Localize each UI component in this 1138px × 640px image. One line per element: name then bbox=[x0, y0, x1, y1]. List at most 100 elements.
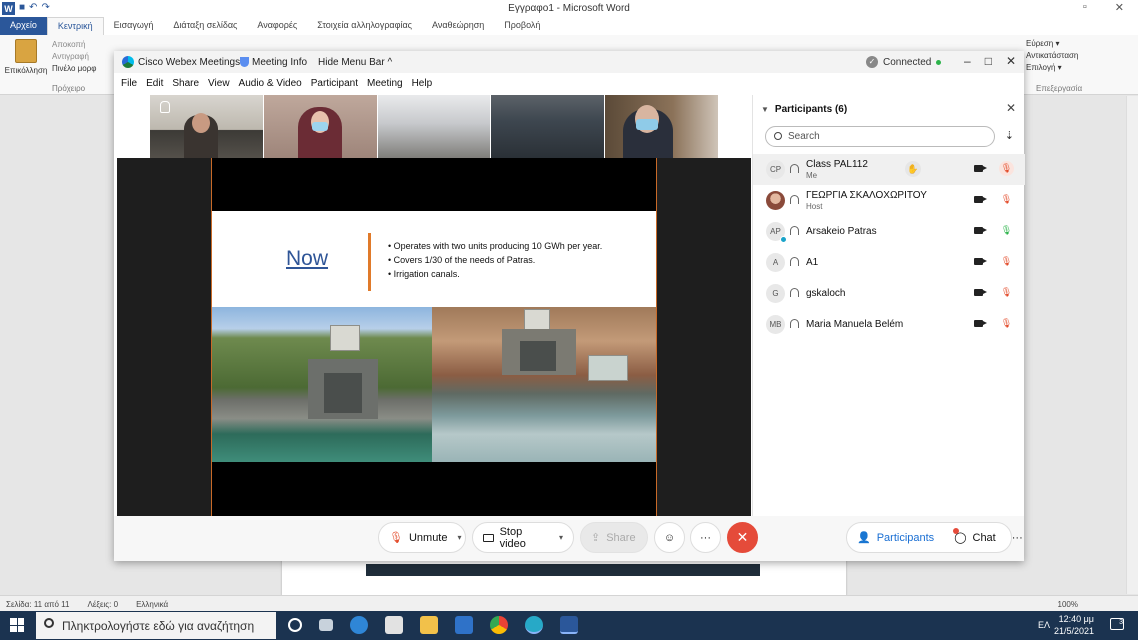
word-title-bar: W ■ ↶ ↷ Εγγραφο1 - Microsoft Word ▫ ✕ bbox=[0, 0, 1138, 17]
reactions-button[interactable]: ☺ bbox=[654, 522, 685, 553]
word-window-title: Εγγραφο1 - Microsoft Word bbox=[508, 3, 630, 14]
video-thumbnail[interactable] bbox=[263, 95, 377, 158]
connection-status[interactable]: ✓ Connected bbox=[866, 56, 942, 68]
taskbar-apps bbox=[288, 616, 578, 634]
tab-view[interactable]: Προβολή bbox=[494, 17, 550, 35]
replace-button[interactable]: Αντικατάσταση bbox=[1026, 50, 1078, 62]
vertical-scrollbar[interactable] bbox=[1126, 96, 1138, 594]
video-camera-icon[interactable] bbox=[974, 258, 987, 265]
video-camera-icon[interactable] bbox=[974, 320, 987, 327]
headset-icon bbox=[790, 195, 799, 204]
editing-group-label: Επεξεργασία bbox=[1036, 84, 1083, 93]
participant-row[interactable]: A A1 🎙 bbox=[753, 247, 1025, 278]
participants-button[interactable]: 👤 Participants bbox=[847, 523, 944, 552]
participant-search-input[interactable]: Search bbox=[765, 126, 995, 147]
close-panel-icon[interactable]: ✕ bbox=[1006, 101, 1016, 115]
menu-file[interactable]: File bbox=[121, 78, 137, 95]
share-button[interactable]: ⇪ Share bbox=[580, 522, 648, 553]
tab-file[interactable]: Αρχείο bbox=[0, 17, 47, 35]
edge-icon[interactable] bbox=[350, 616, 368, 634]
participant-row[interactable]: ΓΕΩΡΓΙΑ ΣΚΑΛΟΧΩΡΙΤΟΥ Host 🎙 bbox=[753, 185, 1025, 216]
menu-participant[interactable]: Participant bbox=[311, 78, 358, 95]
close-icon: ✕ bbox=[736, 529, 749, 545]
more-panels-button[interactable]: ··· bbox=[1006, 523, 1029, 552]
stop-video-button[interactable]: Stop video ▾ bbox=[472, 522, 574, 553]
raise-hand-icon[interactable]: ✋ bbox=[905, 161, 921, 177]
menu-share[interactable]: Share bbox=[172, 78, 199, 95]
tab-review[interactable]: Αναθεώρηση bbox=[422, 17, 494, 35]
word-taskbar-icon[interactable] bbox=[560, 616, 578, 634]
tab-insert[interactable]: Εισαγωγή bbox=[104, 17, 164, 35]
video-camera-icon[interactable] bbox=[974, 196, 987, 203]
notification-icon[interactable]: 3 bbox=[1110, 618, 1124, 630]
video-thumbnail[interactable] bbox=[605, 95, 718, 158]
video-camera-icon[interactable] bbox=[974, 289, 987, 296]
muted-mic-icon[interactable]: 🎙 bbox=[999, 316, 1014, 331]
chevron-down-icon[interactable]: ▾ bbox=[458, 533, 462, 542]
muted-mic-icon[interactable]: 🎙 bbox=[999, 192, 1014, 207]
keyboard-language[interactable]: ΕΛ bbox=[1038, 620, 1050, 630]
taskbar-search[interactable]: Πληκτρολογήστε εδώ για αναζήτηση bbox=[36, 612, 276, 639]
paste-button[interactable]: Επικόλληση bbox=[4, 39, 48, 75]
chevron-down-icon[interactable]: ▾ bbox=[559, 533, 563, 542]
mail-icon[interactable] bbox=[455, 616, 473, 634]
menu-view[interactable]: View bbox=[208, 78, 230, 95]
participant-row[interactable]: CP Class PAL112 Me ✋ 🎙 bbox=[753, 154, 1025, 185]
select-button[interactable]: Επιλογή ▾ bbox=[1026, 62, 1078, 74]
meeting-info-button[interactable]: Meeting Info bbox=[252, 57, 307, 68]
start-button[interactable] bbox=[10, 618, 24, 632]
tab-references[interactable]: Αναφορές bbox=[247, 17, 307, 35]
menu-help[interactable]: Help bbox=[412, 78, 433, 95]
cut-button[interactable]: Αποκοπή bbox=[52, 39, 96, 51]
chrome-icon[interactable] bbox=[490, 616, 508, 634]
leave-meeting-button[interactable]: ✕ bbox=[727, 522, 758, 553]
person-icon: 👤 bbox=[857, 532, 871, 544]
page-count[interactable]: Σελίδα: 11 από 11 bbox=[6, 600, 69, 609]
sort-icon[interactable]: ⇣ bbox=[1005, 129, 1014, 142]
word-count[interactable]: Λέξεις: 0 bbox=[87, 600, 118, 609]
copy-button[interactable]: Αντιγραφή bbox=[52, 51, 96, 63]
tab-home[interactable]: Κεντρική bbox=[46, 17, 104, 35]
shield-icon bbox=[240, 57, 249, 67]
participant-row[interactable]: G gskaloch 🎙 bbox=[753, 278, 1025, 309]
webex-taskbar-icon[interactable] bbox=[525, 616, 543, 634]
cortana-icon[interactable] bbox=[288, 618, 302, 632]
muted-mic-icon[interactable]: 🎙 bbox=[999, 254, 1014, 269]
video-thumbnail[interactable] bbox=[150, 95, 263, 158]
video-camera-icon[interactable] bbox=[974, 165, 987, 172]
muted-mic-icon[interactable]: 🎙 bbox=[999, 285, 1014, 300]
video-camera-icon[interactable] bbox=[974, 227, 987, 234]
minimize-icon[interactable]: – bbox=[964, 54, 971, 68]
video-thumbnail[interactable] bbox=[491, 95, 605, 158]
tab-page-layout[interactable]: Διάταξη σελίδας bbox=[163, 17, 247, 35]
close-icon[interactable]: ✕ bbox=[1115, 1, 1124, 14]
language-indicator[interactable]: Ελληνικά bbox=[136, 600, 168, 609]
unmute-button[interactable]: 🎙 Unmute ▾ bbox=[378, 522, 466, 553]
menu-meeting[interactable]: Meeting bbox=[367, 78, 403, 95]
close-icon[interactable]: ✕ bbox=[1006, 54, 1016, 68]
more-options-button[interactable]: ··· bbox=[690, 522, 721, 553]
hide-menu-bar-button[interactable]: Hide Menu Bar ^ bbox=[318, 57, 392, 68]
find-button[interactable]: Εύρεση ▾ bbox=[1026, 38, 1078, 50]
task-view-icon[interactable] bbox=[319, 619, 333, 631]
presence-icon bbox=[780, 236, 787, 243]
maximize-icon[interactable]: □ bbox=[985, 54, 992, 68]
tab-mailings[interactable]: Στοιχεία αλληλογραφίας bbox=[307, 17, 422, 35]
restore-icon[interactable]: ▫ bbox=[1083, 1, 1087, 14]
menu-edit[interactable]: Edit bbox=[146, 78, 163, 95]
store-icon[interactable] bbox=[385, 616, 403, 634]
participants-header[interactable]: ▼ Participants (6) bbox=[761, 104, 847, 115]
chat-button[interactable]: ◯ Chat bbox=[944, 523, 1006, 552]
system-clock[interactable]: 12:40 μμ 21/5/2021 bbox=[1054, 613, 1094, 637]
menu-audio-video[interactable]: Audio & Video bbox=[239, 78, 302, 95]
participant-row[interactable]: MB Maria Manuela Belém 🎙 bbox=[753, 309, 1025, 340]
muted-mic-icon[interactable]: 🎙 bbox=[999, 161, 1014, 176]
active-mic-icon[interactable]: 🎙 bbox=[999, 223, 1014, 238]
participant-row[interactable]: AP Arsakeio Patras 🎙 bbox=[753, 216, 1025, 247]
video-thumbnail[interactable] bbox=[377, 95, 491, 158]
file-explorer-icon[interactable] bbox=[420, 616, 438, 634]
search-icon bbox=[774, 132, 782, 140]
shared-content-area[interactable]: Now Operates with two units producing 10… bbox=[117, 158, 751, 516]
format-painter-button[interactable]: Πινέλο μορφ bbox=[52, 63, 96, 75]
zoom-level[interactable]: 100% bbox=[1058, 600, 1078, 609]
